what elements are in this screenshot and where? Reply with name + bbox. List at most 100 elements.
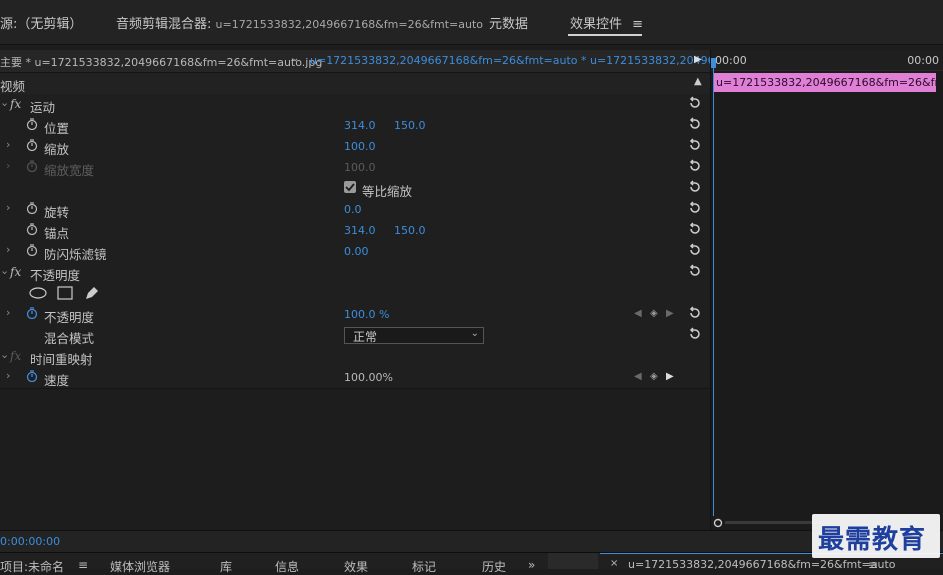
- tab-markers[interactable]: 标记: [412, 558, 436, 575]
- reset-icon[interactable]: [688, 201, 702, 215]
- effect-time-remap-label: 时间重映射: [30, 352, 93, 367]
- uniform-scale-label: 等比缩放: [362, 184, 413, 199]
- property-scale-label: 缩放: [44, 142, 70, 157]
- stopwatch-active-icon[interactable]: [26, 307, 38, 319]
- opacity-value[interactable]: 100.0 %: [344, 308, 389, 321]
- tab-libraries[interactable]: 库: [220, 558, 232, 575]
- property-speed: › 速度 100.00% ◀ ◈ ▶: [0, 367, 710, 389]
- clip-bar-label: u=1721533832,2049667168&fm=26&fmt=au: [716, 76, 936, 89]
- fx-icon[interactable]: fx: [10, 265, 21, 279]
- expand-toggle-icon[interactable]: ⌄: [0, 96, 9, 109]
- anchor-y-value[interactable]: 150.0: [394, 224, 426, 237]
- sequence-clip-label[interactable]: u=1721533832,2049667168&fm=26&fmt=auto *…: [310, 54, 739, 67]
- property-position: 位置 314.0 150.0: [0, 115, 710, 137]
- tab-audio-clip-mixer[interactable]: 音频剪辑混合器: u=1721533832,2049667168&fm=26&f…: [116, 13, 483, 32]
- zoom-scrollbar-track[interactable]: [725, 521, 821, 524]
- play-only-icon[interactable]: ▶: [694, 54, 702, 65]
- expand-toggle-icon[interactable]: ›: [6, 201, 10, 214]
- tab-history[interactable]: 历史: [482, 558, 506, 575]
- scale-width-value: 100.0: [344, 161, 376, 174]
- reset-icon[interactable]: [688, 264, 702, 278]
- panel-menu-icon[interactable]: ≡: [632, 17, 643, 32]
- clip-bar[interactable]: u=1721533832,2049667168&fm=26&fmt=au: [714, 73, 936, 92]
- time-ruler-end: 00:00: [907, 54, 939, 67]
- reset-icon[interactable]: [688, 138, 702, 152]
- uniform-scale-checkbox[interactable]: [344, 181, 356, 193]
- add-keyframe-icon[interactable]: ◈: [650, 371, 658, 382]
- current-timecode[interactable]: 0:00:00:00: [0, 535, 60, 548]
- fx-icon: fx: [10, 349, 22, 363]
- stopwatch-icon[interactable]: [26, 223, 38, 235]
- tab-project[interactable]: 项目:未命名: [0, 558, 64, 575]
- previous-keyframe-icon[interactable]: ◀: [634, 371, 642, 382]
- watermark-logo: 最需教育: [812, 514, 940, 558]
- reset-icon[interactable]: [688, 222, 702, 236]
- reset-icon[interactable]: [688, 327, 702, 341]
- rectangle-mask-icon[interactable]: [57, 286, 73, 300]
- reset-icon[interactable]: [688, 117, 702, 131]
- reset-icon[interactable]: [688, 306, 702, 320]
- position-x-value[interactable]: 314.0: [344, 119, 376, 132]
- previous-keyframe-icon[interactable]: ◀: [634, 308, 642, 319]
- position-y-value[interactable]: 150.0: [394, 119, 426, 132]
- reset-icon[interactable]: [688, 243, 702, 257]
- effect-controls-footer: 0:00:00:00: [0, 530, 943, 553]
- fx-icon[interactable]: fx: [10, 97, 21, 111]
- ellipse-mask-icon[interactable]: [29, 287, 47, 299]
- reset-icon[interactable]: [688, 159, 702, 173]
- property-antiflicker: › 防闪烁滤镜 0.00: [0, 241, 710, 263]
- next-keyframe-icon[interactable]: ▶: [666, 308, 674, 319]
- panel-menu-icon[interactable]: ≡: [78, 558, 88, 572]
- section-video: 视频 ▲: [0, 73, 710, 95]
- clip-header-row: 主要 * u=1721533832,2049667168&fm=26&fmt=a…: [0, 50, 739, 73]
- scale-value[interactable]: 100.0: [344, 140, 376, 153]
- tab-sequence[interactable]: u=1721533832,2049667168&fm=26&fmt=auto: [628, 558, 896, 571]
- expand-toggle-icon[interactable]: ›: [6, 243, 10, 256]
- expand-toggle-icon[interactable]: ›: [6, 138, 10, 151]
- time-ruler-start: 00:00: [715, 54, 747, 67]
- expand-toggle-icon[interactable]: ›: [6, 306, 10, 319]
- panel-tab-bar: 源:（无剪辑） 音频剪辑混合器: u=1721533832,2049667168…: [0, 0, 943, 45]
- more-tabs-icon[interactable]: »: [528, 558, 535, 572]
- stopwatch-icon: [26, 160, 38, 172]
- tab-media-browser[interactable]: 媒体浏览器: [110, 558, 170, 575]
- time-ruler[interactable]: 00:00 00:00: [711, 50, 943, 71]
- tab-source[interactable]: 源:（无剪辑）: [0, 13, 82, 32]
- tab-effect-controls[interactable]: 效果控件 ≡: [570, 13, 643, 32]
- tab-audio-clip-mixer-clip: u=1721533832,2049667168&fm=26&fmt=auto: [215, 18, 484, 31]
- blend-mode-dropdown[interactable]: 正常 ⌄: [344, 327, 484, 344]
- stopwatch-active-icon[interactable]: [26, 370, 38, 382]
- anchor-x-value[interactable]: 314.0: [344, 224, 376, 237]
- reset-icon[interactable]: [688, 96, 702, 110]
- expand-toggle-icon: ›: [6, 159, 11, 172]
- add-keyframe-icon[interactable]: ◈: [650, 308, 658, 319]
- master-clip-label[interactable]: 主要 * u=1721533832,2049667168&fm=26&fmt=a…: [0, 54, 322, 70]
- speed-value[interactable]: 100.00%: [344, 371, 393, 384]
- stopwatch-icon[interactable]: [26, 139, 38, 151]
- close-icon[interactable]: ×: [610, 558, 618, 569]
- property-opacity-label: 不透明度: [44, 310, 95, 325]
- expand-toggle-icon[interactable]: ⌄: [0, 348, 9, 361]
- panel-menu-icon[interactable]: ≡: [868, 558, 878, 572]
- chevron-down-icon[interactable]: ⌄: [291, 53, 299, 64]
- section-video-label: 视频: [0, 79, 26, 94]
- stopwatch-icon[interactable]: [26, 244, 38, 256]
- rotation-value[interactable]: 0.0: [344, 203, 362, 216]
- effect-time-remap: ⌄ fx 时间重映射: [0, 346, 710, 368]
- tab-effect-controls-label: 效果控件: [570, 17, 623, 32]
- next-keyframe-icon[interactable]: ▶: [666, 371, 674, 382]
- expand-toggle-icon[interactable]: ⌄: [0, 264, 9, 277]
- pen-mask-icon[interactable]: [84, 285, 100, 301]
- stopwatch-icon[interactable]: [26, 202, 38, 214]
- stopwatch-icon[interactable]: [26, 118, 38, 130]
- effect-motion-label: 运动: [30, 100, 56, 115]
- zoom-handle-icon[interactable]: [713, 518, 723, 528]
- antiflicker-value[interactable]: 0.00: [344, 245, 369, 258]
- effect-opacity-label: 不透明度: [30, 268, 81, 283]
- collapse-up-icon[interactable]: ▲: [694, 76, 702, 87]
- tab-metadata[interactable]: 元数据: [489, 13, 528, 32]
- reset-icon[interactable]: [688, 180, 702, 194]
- tab-info[interactable]: 信息: [275, 558, 299, 575]
- tab-effects[interactable]: 效果: [344, 558, 368, 575]
- expand-toggle-icon[interactable]: ›: [6, 369, 10, 382]
